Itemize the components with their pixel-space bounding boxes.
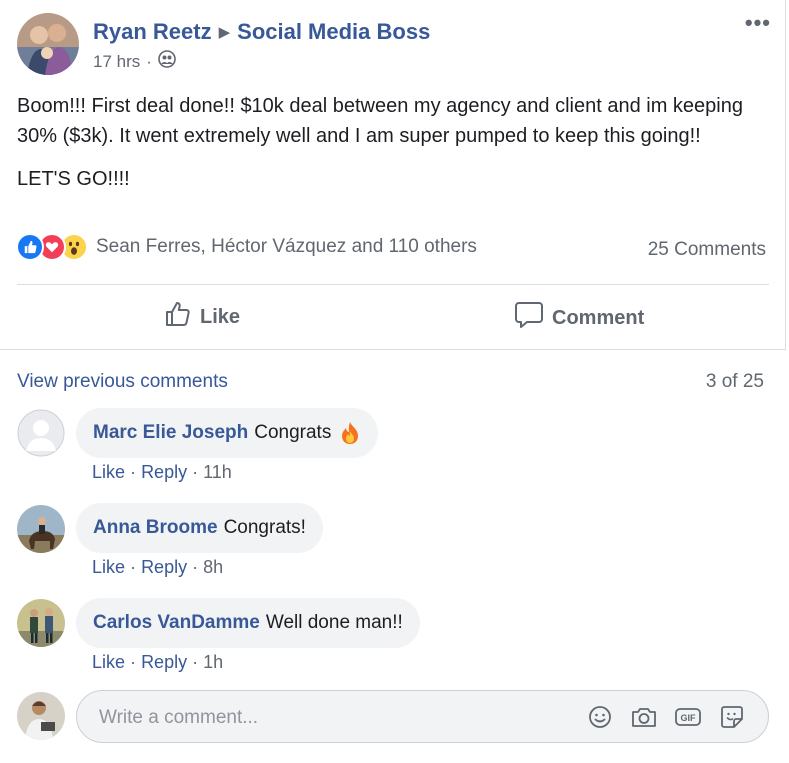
more-options-icon[interactable]: ••• bbox=[745, 10, 771, 36]
comment-text: Congrats! bbox=[223, 517, 306, 538]
divider bbox=[17, 284, 769, 285]
post-time[interactable]: 17 hrs bbox=[93, 52, 140, 72]
action-separator: · bbox=[130, 557, 137, 577]
comment-actions: Like · Reply · 1h bbox=[92, 652, 223, 673]
post-meta: 17 hrs · bbox=[93, 50, 176, 73]
comment-bubble: Anna Broome Congrats! bbox=[76, 503, 323, 553]
post-header: Ryan Reetz ▶ Social Media Boss bbox=[93, 19, 430, 45]
comment-button-label: Comment bbox=[552, 306, 645, 329]
comment-time[interactable]: 8h bbox=[203, 557, 223, 577]
comment-text: Congrats bbox=[254, 422, 332, 443]
comment-author[interactable]: Anna Broome bbox=[93, 517, 218, 539]
commenter-avatar[interactable] bbox=[17, 599, 65, 647]
comment-text: Well done man!! bbox=[265, 612, 403, 633]
post-text-paragraph-1: Boom!!! First deal done!! $10k deal betw… bbox=[17, 95, 743, 147]
comment-bubble: Marc Elie Joseph Congrats bbox=[76, 408, 379, 458]
action-separator: · bbox=[130, 462, 137, 482]
sticker-icon[interactable] bbox=[719, 704, 745, 730]
post-text-paragraph-2: LET'S GO!!!! bbox=[17, 168, 130, 190]
comment-actions: Like · Reply · 8h bbox=[92, 557, 223, 578]
like-reaction-icon bbox=[16, 233, 44, 261]
meta-separator: · bbox=[146, 51, 152, 71]
friends-icon[interactable] bbox=[158, 50, 176, 73]
comment-reply-link[interactable]: Reply bbox=[141, 652, 187, 672]
fire-emoji-icon bbox=[339, 421, 361, 445]
comment-bubble: Carlos VanDamme Well done man!! bbox=[76, 598, 420, 648]
comment-like-link[interactable]: Like bbox=[92, 557, 125, 577]
author-name[interactable]: Ryan Reetz bbox=[93, 19, 212, 44]
author-avatar[interactable] bbox=[17, 13, 79, 75]
post-card: Ryan Reetz ▶ Social Media Boss 17 hrs · ••… bbox=[0, 0, 786, 760]
comments-shown-count: 3 of 25 bbox=[705, 371, 764, 392]
reaction-names[interactable]: Sean Ferres, Héctor Vázquez and 110 othe… bbox=[96, 236, 477, 258]
group-name[interactable]: Social Media Boss bbox=[237, 19, 430, 44]
svg-text:GIF: GIF bbox=[681, 713, 697, 723]
comment-reply-link[interactable]: Reply bbox=[141, 557, 187, 577]
comment-button[interactable]: Comment bbox=[514, 300, 644, 336]
comment-reply-link[interactable]: Reply bbox=[141, 462, 187, 482]
comment-like-link[interactable]: Like bbox=[92, 462, 125, 482]
action-separator: · bbox=[192, 557, 199, 577]
action-separator: · bbox=[130, 652, 137, 672]
triangle-right-icon: ▶ bbox=[218, 24, 231, 41]
comment-author[interactable]: Carlos VanDamme bbox=[93, 612, 260, 634]
current-user-avatar[interactable] bbox=[17, 692, 65, 740]
write-comment-input[interactable] bbox=[97, 703, 561, 733]
thumbs-up-icon bbox=[164, 300, 192, 334]
comment-like-link[interactable]: Like bbox=[92, 652, 125, 672]
reactions-summary[interactable]: Sean Ferres, Héctor Vázquez and 110 othe… bbox=[16, 233, 477, 261]
action-separator: · bbox=[192, 462, 199, 482]
comment-actions: Like · Reply · 11h bbox=[92, 462, 232, 483]
comment-bubble-icon bbox=[514, 300, 544, 336]
like-button[interactable]: Like bbox=[164, 300, 240, 334]
commenter-avatar[interactable] bbox=[17, 409, 65, 457]
comment-time[interactable]: 11h bbox=[203, 462, 232, 482]
commenter-avatar[interactable] bbox=[17, 505, 65, 553]
comment-composer[interactable]: GIF bbox=[76, 690, 769, 743]
comments-count-link[interactable]: 25 Comments bbox=[648, 239, 766, 261]
camera-icon[interactable] bbox=[630, 704, 656, 730]
gif-icon[interactable]: GIF bbox=[674, 704, 701, 730]
emoji-icon[interactable] bbox=[587, 704, 613, 730]
comment-author[interactable]: Marc Elie Joseph bbox=[93, 422, 248, 444]
like-button-label: Like bbox=[200, 305, 241, 328]
action-separator: · bbox=[192, 652, 199, 672]
comment-time[interactable]: 1h bbox=[203, 652, 223, 672]
post-body: Boom!!! First deal done!! $10k deal betw… bbox=[17, 91, 769, 207]
view-previous-comments-link[interactable]: View previous comments bbox=[17, 371, 228, 393]
